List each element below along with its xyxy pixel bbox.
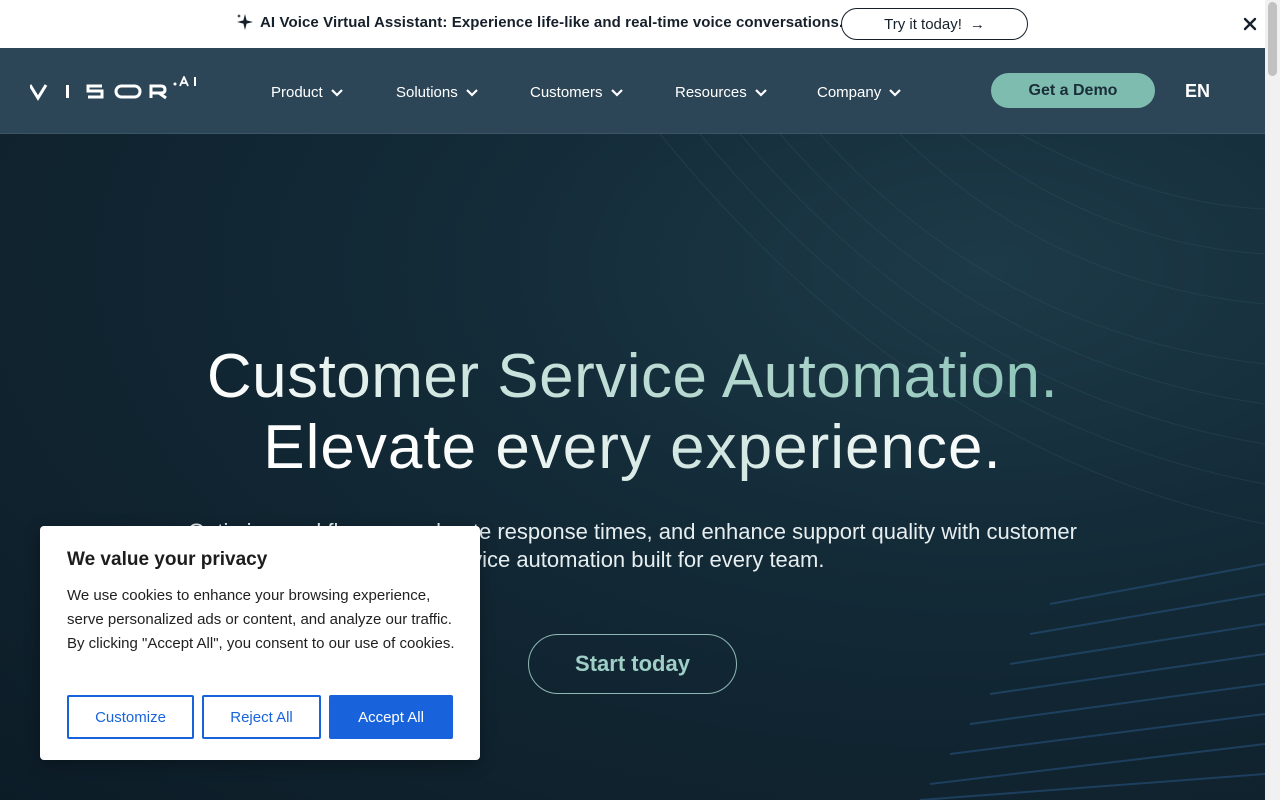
nav-item-label: Company: [817, 84, 882, 101]
chevron-down-icon: [465, 88, 478, 97]
announcement-text: AI Voice Virtual Assistant: Experience l…: [260, 14, 844, 31]
page-scrollbar[interactable]: [1265, 0, 1280, 800]
nav-item-label: Solutions: [396, 84, 458, 101]
language-selector[interactable]: EN: [1185, 81, 1210, 102]
customize-button[interactable]: Customize: [67, 695, 194, 739]
nav-item-company[interactable]: Company: [817, 84, 902, 101]
chevron-down-icon: [610, 88, 623, 97]
hero-title-text: Customer Service Automation.: [206, 342, 1059, 411]
try-it-today-label: Try it today!: [884, 15, 962, 33]
nav-item-solutions[interactable]: Solutions: [396, 84, 479, 101]
announcement-bar: AI Voice Virtual Assistant: Experience l…: [0, 0, 1265, 48]
get-a-demo-button[interactable]: Get a Demo: [991, 73, 1155, 108]
chevron-down-icon: [889, 88, 901, 97]
nav-item-label: Customers: [530, 84, 603, 101]
nav-item-product[interactable]: Product: [271, 84, 344, 101]
scrollbar-thumb[interactable]: [1268, 2, 1277, 76]
hero-title-line1: Customer Service Automation.: [0, 341, 1265, 412]
cookie-text: We use cookies to enhance your browsing …: [67, 587, 455, 652]
hero-title-text: Elevate every experience.: [263, 413, 1002, 482]
cookie-title: We value your privacy: [67, 549, 268, 570]
nav-item-label: Product: [271, 84, 323, 101]
nav-item-customers[interactable]: Customers: [530, 84, 624, 101]
nav-item-label: Resources: [675, 84, 747, 101]
try-it-today-button[interactable]: Try it today! →: [841, 8, 1028, 40]
arrow-right-icon: →: [969, 15, 985, 33]
nav-item-resources[interactable]: Resources: [675, 84, 768, 101]
reject-all-button[interactable]: Reject All: [202, 695, 321, 739]
close-icon[interactable]: [1240, 14, 1260, 34]
chevron-down-icon: [330, 88, 343, 97]
chevron-down-icon: [754, 88, 767, 97]
hero-title-line2: Elevate every experience.: [0, 412, 1265, 483]
visor-logo[interactable]: [30, 76, 202, 102]
sparkle-icon: [237, 14, 253, 30]
accept-all-button[interactable]: Accept All: [329, 695, 453, 739]
start-today-button[interactable]: Start today: [528, 634, 737, 694]
cookie-consent-banner: We value your privacy We use cookies to …: [40, 526, 480, 760]
